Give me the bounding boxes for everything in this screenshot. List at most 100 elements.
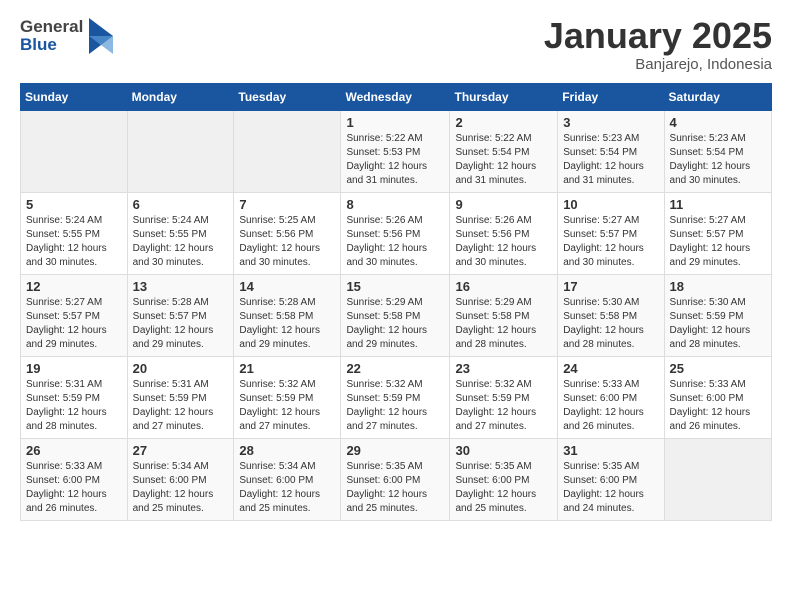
day-info: Sunrise: 5:33 AM Sunset: 6:00 PM Dayligh… xyxy=(26,460,122,516)
daylight-text: Daylight: 12 hours and 28 minutes. xyxy=(563,325,644,350)
daylight-text: Daylight: 12 hours and 28 minutes. xyxy=(455,325,536,350)
calendar-week-row: 1 Sunrise: 5:22 AM Sunset: 5:53 PM Dayli… xyxy=(21,110,772,192)
calendar-header-wednesday: Wednesday xyxy=(341,83,450,110)
daylight-text: Daylight: 12 hours and 30 minutes. xyxy=(563,243,644,268)
day-number: 17 xyxy=(563,279,658,294)
calendar-cell: 13 Sunrise: 5:28 AM Sunset: 5:57 PM Dayl… xyxy=(127,274,234,356)
sunset-text: Sunset: 6:00 PM xyxy=(239,475,313,486)
sunset-text: Sunset: 5:58 PM xyxy=(563,311,637,322)
calendar-cell: 18 Sunrise: 5:30 AM Sunset: 5:59 PM Dayl… xyxy=(664,274,771,356)
sunset-text: Sunset: 5:59 PM xyxy=(346,393,420,404)
day-number: 24 xyxy=(563,361,658,376)
location: Banjarejo, Indonesia xyxy=(544,56,772,73)
day-info: Sunrise: 5:35 AM Sunset: 6:00 PM Dayligh… xyxy=(563,460,658,516)
sunrise-text: Sunrise: 5:27 AM xyxy=(670,215,746,226)
calendar-week-row: 19 Sunrise: 5:31 AM Sunset: 5:59 PM Dayl… xyxy=(21,356,772,438)
sunrise-text: Sunrise: 5:35 AM xyxy=(455,461,531,472)
daylight-text: Daylight: 12 hours and 27 minutes. xyxy=(346,407,427,432)
daylight-text: Daylight: 12 hours and 26 minutes. xyxy=(26,489,107,514)
sunset-text: Sunset: 5:57 PM xyxy=(26,311,100,322)
calendar-cell: 27 Sunrise: 5:34 AM Sunset: 6:00 PM Dayl… xyxy=(127,438,234,520)
daylight-text: Daylight: 12 hours and 30 minutes. xyxy=(239,243,320,268)
daylight-text: Daylight: 12 hours and 30 minutes. xyxy=(455,243,536,268)
day-info: Sunrise: 5:22 AM Sunset: 5:54 PM Dayligh… xyxy=(455,132,552,188)
sunrise-text: Sunrise: 5:31 AM xyxy=(133,379,209,390)
calendar-cell: 30 Sunrise: 5:35 AM Sunset: 6:00 PM Dayl… xyxy=(450,438,558,520)
daylight-text: Daylight: 12 hours and 26 minutes. xyxy=(563,407,644,432)
sunrise-text: Sunrise: 5:30 AM xyxy=(670,297,746,308)
logo-icon xyxy=(85,16,117,56)
title-block: January 2025 Banjarejo, Indonesia xyxy=(544,16,772,73)
calendar-cell: 31 Sunrise: 5:35 AM Sunset: 6:00 PM Dayl… xyxy=(558,438,664,520)
day-info: Sunrise: 5:27 AM Sunset: 5:57 PM Dayligh… xyxy=(670,214,766,270)
day-info: Sunrise: 5:23 AM Sunset: 5:54 PM Dayligh… xyxy=(670,132,766,188)
day-info: Sunrise: 5:34 AM Sunset: 6:00 PM Dayligh… xyxy=(239,460,335,516)
daylight-text: Daylight: 12 hours and 30 minutes. xyxy=(133,243,214,268)
calendar-cell: 10 Sunrise: 5:27 AM Sunset: 5:57 PM Dayl… xyxy=(558,192,664,274)
sunrise-text: Sunrise: 5:29 AM xyxy=(455,297,531,308)
sunrise-text: Sunrise: 5:25 AM xyxy=(239,215,315,226)
sunrise-text: Sunrise: 5:33 AM xyxy=(26,461,102,472)
daylight-text: Daylight: 12 hours and 29 minutes. xyxy=(26,325,107,350)
calendar-header-saturday: Saturday xyxy=(664,83,771,110)
calendar-table: SundayMondayTuesdayWednesdayThursdayFrid… xyxy=(20,83,772,521)
sunset-text: Sunset: 5:54 PM xyxy=(563,147,637,158)
daylight-text: Daylight: 12 hours and 27 minutes. xyxy=(239,407,320,432)
day-info: Sunrise: 5:33 AM Sunset: 6:00 PM Dayligh… xyxy=(563,378,658,434)
day-number: 20 xyxy=(133,361,229,376)
day-number: 12 xyxy=(26,279,122,294)
calendar-cell: 3 Sunrise: 5:23 AM Sunset: 5:54 PM Dayli… xyxy=(558,110,664,192)
sunrise-text: Sunrise: 5:23 AM xyxy=(670,133,746,144)
calendar-cell: 20 Sunrise: 5:31 AM Sunset: 5:59 PM Dayl… xyxy=(127,356,234,438)
sunset-text: Sunset: 5:59 PM xyxy=(239,393,313,404)
calendar-cell: 26 Sunrise: 5:33 AM Sunset: 6:00 PM Dayl… xyxy=(21,438,128,520)
daylight-text: Daylight: 12 hours and 29 minutes. xyxy=(670,243,751,268)
daylight-text: Daylight: 12 hours and 30 minutes. xyxy=(346,243,427,268)
calendar-cell: 1 Sunrise: 5:22 AM Sunset: 5:53 PM Dayli… xyxy=(341,110,450,192)
day-number: 25 xyxy=(670,361,766,376)
day-info: Sunrise: 5:26 AM Sunset: 5:56 PM Dayligh… xyxy=(455,214,552,270)
sunset-text: Sunset: 5:54 PM xyxy=(670,147,744,158)
sunset-text: Sunset: 5:56 PM xyxy=(455,229,529,240)
sunset-text: Sunset: 6:00 PM xyxy=(26,475,100,486)
calendar-week-row: 12 Sunrise: 5:27 AM Sunset: 5:57 PM Dayl… xyxy=(21,274,772,356)
day-number: 3 xyxy=(563,115,658,130)
sunrise-text: Sunrise: 5:22 AM xyxy=(346,133,422,144)
calendar-cell: 2 Sunrise: 5:22 AM Sunset: 5:54 PM Dayli… xyxy=(450,110,558,192)
day-number: 16 xyxy=(455,279,552,294)
sunset-text: Sunset: 6:00 PM xyxy=(455,475,529,486)
day-info: Sunrise: 5:27 AM Sunset: 5:57 PM Dayligh… xyxy=(563,214,658,270)
daylight-text: Daylight: 12 hours and 28 minutes. xyxy=(26,407,107,432)
day-info: Sunrise: 5:24 AM Sunset: 5:55 PM Dayligh… xyxy=(26,214,122,270)
daylight-text: Daylight: 12 hours and 24 minutes. xyxy=(563,489,644,514)
calendar-cell xyxy=(234,110,341,192)
day-number: 30 xyxy=(455,443,552,458)
calendar-cell: 7 Sunrise: 5:25 AM Sunset: 5:56 PM Dayli… xyxy=(234,192,341,274)
logo-blue-text: Blue xyxy=(20,36,83,54)
day-number: 18 xyxy=(670,279,766,294)
day-info: Sunrise: 5:28 AM Sunset: 5:57 PM Dayligh… xyxy=(133,296,229,352)
day-info: Sunrise: 5:30 AM Sunset: 5:59 PM Dayligh… xyxy=(670,296,766,352)
sunrise-text: Sunrise: 5:29 AM xyxy=(346,297,422,308)
calendar-cell: 11 Sunrise: 5:27 AM Sunset: 5:57 PM Dayl… xyxy=(664,192,771,274)
day-info: Sunrise: 5:28 AM Sunset: 5:58 PM Dayligh… xyxy=(239,296,335,352)
day-number: 22 xyxy=(346,361,444,376)
day-info: Sunrise: 5:33 AM Sunset: 6:00 PM Dayligh… xyxy=(670,378,766,434)
sunrise-text: Sunrise: 5:30 AM xyxy=(563,297,639,308)
daylight-text: Daylight: 12 hours and 30 minutes. xyxy=(670,161,751,186)
day-number: 31 xyxy=(563,443,658,458)
sunrise-text: Sunrise: 5:27 AM xyxy=(26,297,102,308)
day-info: Sunrise: 5:23 AM Sunset: 5:54 PM Dayligh… xyxy=(563,132,658,188)
daylight-text: Daylight: 12 hours and 25 minutes. xyxy=(455,489,536,514)
day-number: 21 xyxy=(239,361,335,376)
daylight-text: Daylight: 12 hours and 26 minutes. xyxy=(670,407,751,432)
sunset-text: Sunset: 5:56 PM xyxy=(346,229,420,240)
day-number: 4 xyxy=(670,115,766,130)
daylight-text: Daylight: 12 hours and 29 minutes. xyxy=(346,325,427,350)
daylight-text: Daylight: 12 hours and 28 minutes. xyxy=(670,325,751,350)
day-number: 19 xyxy=(26,361,122,376)
sunset-text: Sunset: 5:57 PM xyxy=(563,229,637,240)
calendar-header-sunday: Sunday xyxy=(21,83,128,110)
day-info: Sunrise: 5:32 AM Sunset: 5:59 PM Dayligh… xyxy=(346,378,444,434)
calendar-cell: 8 Sunrise: 5:26 AM Sunset: 5:56 PM Dayli… xyxy=(341,192,450,274)
